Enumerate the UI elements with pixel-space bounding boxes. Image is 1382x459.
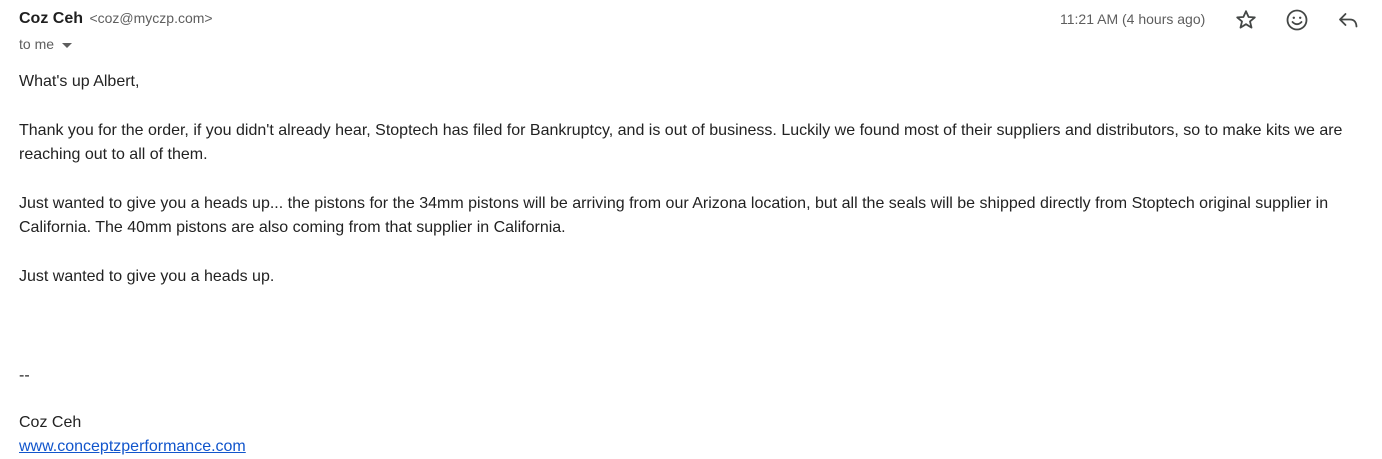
message-header: Coz Ceh <coz@myczp.com> to me 11:21 AM (… — [19, 8, 1382, 58]
reply-button[interactable] — [1336, 8, 1360, 32]
sender-name[interactable]: Coz Ceh — [19, 10, 83, 27]
paragraph: Just wanted to give you a heads up... th… — [19, 195, 1329, 236]
recipient-label: to me — [19, 36, 55, 52]
paragraph: Thank you for the order, if you didn't a… — [19, 122, 1343, 163]
star-button[interactable] — [1234, 8, 1258, 32]
paragraph: Just wanted to give you a heads up. — [19, 268, 275, 285]
message-timestamp: 11:21 AM (4 hours ago) — [1060, 11, 1206, 27]
signature-name: Coz Ceh — [19, 414, 82, 431]
chevron-down-icon[interactable] — [62, 42, 73, 48]
greeting: What's up Albert, — [19, 73, 140, 90]
add-reaction-button[interactable] — [1285, 8, 1309, 32]
sender-line: Coz Ceh <coz@myczp.com> — [19, 10, 213, 28]
signature-website-link[interactable]: www.conceptzperformance.com — [19, 438, 246, 455]
star-icon — [1236, 10, 1256, 29]
signature-separator: -- — [19, 367, 30, 384]
reply-icon — [1339, 13, 1358, 28]
message-body: What's up Albert, Thank you for the orde… — [19, 70, 1374, 459]
emoji-reaction-icon — [1286, 9, 1308, 31]
recipient-details-toggle[interactable]: to me — [19, 36, 73, 52]
sender-email: <coz@myczp.com> — [89, 10, 213, 26]
